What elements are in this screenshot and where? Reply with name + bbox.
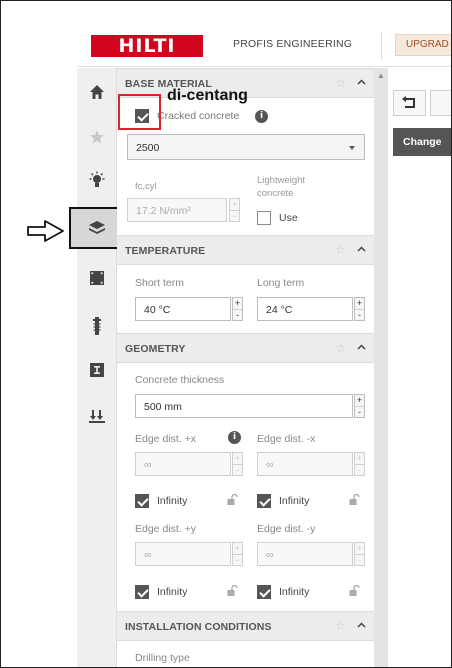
undo-button[interactable]: [393, 90, 426, 116]
short-term-label: Short term: [135, 277, 185, 289]
edge-dist-plus-y-stepper[interactable]: + -: [232, 542, 243, 566]
app-window: HILTI PROFIS ENGINEERING UPGRAD BASE MAT…: [0, 0, 452, 668]
highlight-box: [118, 94, 161, 130]
lightbulb-icon: [89, 171, 105, 187]
main-toolbar-area: Change: [388, 68, 451, 667]
infinity-label: Infinity: [279, 586, 310, 598]
use-label: Use: [279, 212, 298, 224]
sidebar-item-ideas[interactable]: [77, 162, 117, 198]
edge-dist-plus-x-input[interactable]: ∞: [135, 452, 231, 476]
long-term-input[interactable]: 24 °C: [257, 297, 353, 321]
chevron-up-icon[interactable]: [357, 622, 366, 628]
infinity-minus-y-checkbox[interactable]: [257, 585, 271, 599]
favorite-star-icon[interactable]: ☆: [335, 619, 346, 633]
info-icon[interactable]: i: [255, 110, 268, 123]
favorite-star-icon[interactable]: ☆: [335, 243, 346, 257]
short-term-stepper[interactable]: + -: [232, 297, 243, 321]
sidebar-item-profile[interactable]: [77, 352, 117, 388]
annotation-text: di-centang: [167, 87, 248, 104]
sidebar-item-anchor[interactable]: [77, 308, 117, 344]
unlock-icon[interactable]: [227, 585, 238, 597]
app-name: PROFIS ENGINEERING: [233, 38, 353, 50]
sidebar-item-favorites[interactable]: [77, 119, 117, 155]
installation-section-header[interactable]: INSTALLATION CONDITIONS ☆: [117, 611, 374, 641]
edge-dist-plus-y-input[interactable]: ∞: [135, 542, 231, 566]
upgrade-button[interactable]: UPGRAD: [395, 34, 451, 56]
cracked-concrete-label: Cracked concrete: [157, 110, 240, 122]
profile-icon: [90, 363, 104, 377]
edge-dist-plus-x-stepper[interactable]: + -: [232, 452, 243, 476]
loads-icon: [89, 410, 105, 423]
favorite-star-icon[interactable]: ☆: [335, 341, 346, 355]
info-icon[interactable]: i: [228, 431, 241, 444]
change-button[interactable]: Change: [393, 128, 451, 156]
concrete-thickness-stepper[interactable]: + -: [354, 394, 365, 418]
select-value: 2500: [136, 142, 160, 154]
panel-scrollbar[interactable]: [374, 68, 388, 667]
chevron-up-icon[interactable]: [357, 79, 366, 85]
section-title: INSTALLATION CONDITIONS: [125, 621, 272, 633]
concrete-thickness-input[interactable]: 500 mm: [135, 394, 353, 418]
sidebar-item-baseplate[interactable]: [77, 260, 117, 296]
temperature-section-header[interactable]: TEMPERATURE ☆: [117, 235, 374, 265]
undo-icon: [402, 96, 415, 108]
unlock-icon[interactable]: [349, 494, 360, 506]
redo-button[interactable]: [430, 90, 451, 116]
infinity-label: Infinity: [157, 495, 188, 507]
star-icon: [90, 130, 104, 144]
long-term-stepper[interactable]: + -: [354, 297, 365, 321]
sidebar-item-home[interactable]: [77, 74, 117, 110]
infinity-label: Infinity: [157, 586, 188, 598]
favorite-star-icon[interactable]: ☆: [335, 76, 346, 90]
edge-dist-minus-x-stepper[interactable]: + -: [354, 452, 365, 476]
pointer-arrow-icon: [27, 220, 64, 242]
edge-dist-minus-y-stepper[interactable]: + -: [354, 542, 365, 566]
caret-down-icon: [349, 146, 355, 150]
fc-cyl-label: fc,cyl: [135, 181, 157, 192]
infinity-minus-x-checkbox[interactable]: [257, 494, 271, 508]
infinity-plus-x-checkbox[interactable]: [135, 494, 149, 508]
scroll-up-icon[interactable]: ▲: [374, 71, 388, 80]
infinity-plus-y-checkbox[interactable]: [135, 585, 149, 599]
edge-dist-plus-y-label: Edge dist. +y: [135, 523, 196, 535]
base-material-layers-icon: [89, 221, 105, 234]
chevron-up-icon[interactable]: [357, 246, 366, 252]
section-title: GEOMETRY: [125, 343, 186, 355]
infinity-label: Infinity: [279, 495, 310, 507]
square-frame-icon: [90, 271, 104, 285]
edge-dist-minus-x-input[interactable]: ∞: [257, 452, 353, 476]
anchor-icon: [93, 317, 101, 335]
edge-dist-minus-y-label: Edge dist. -y: [257, 523, 316, 535]
home-icon: [90, 85, 104, 99]
chevron-up-icon[interactable]: [357, 344, 366, 350]
drilling-type-label: Drilling type: [135, 652, 190, 664]
sidebar-item-loads[interactable]: [77, 398, 117, 434]
geometry-section-header[interactable]: GEOMETRY ☆: [117, 333, 374, 363]
hilti-logo: HILTI: [91, 35, 203, 57]
header-divider: [381, 31, 382, 59]
concrete-grade-select[interactable]: 2500: [127, 134, 365, 160]
unlock-icon[interactable]: [349, 585, 360, 597]
concrete-thickness-label: Concrete thickness: [135, 374, 225, 386]
short-term-input[interactable]: 40 °C: [135, 297, 231, 321]
edge-dist-plus-x-label: Edge dist. +x: [135, 433, 196, 445]
lightweight-concrete-label: Lightweight concrete: [257, 175, 306, 199]
icon-sidebar: [69, 68, 125, 667]
unlock-icon[interactable]: [227, 494, 238, 506]
app-header: HILTI PROFIS ENGINEERING UPGRAD: [77, 23, 451, 67]
edge-dist-minus-x-label: Edge dist. -x: [257, 433, 316, 445]
long-term-label: Long term: [257, 277, 305, 289]
edge-dist-minus-y-input[interactable]: ∞: [257, 542, 353, 566]
use-lightweight-checkbox[interactable]: [257, 211, 271, 225]
fc-cyl-stepper[interactable]: + -: [229, 198, 240, 222]
section-title: TEMPERATURE: [125, 245, 206, 257]
properties-panel: BASE MATERIAL ☆ Cracked concrete i 2500 …: [117, 68, 374, 667]
fc-cyl-input[interactable]: 17.2 N/mm²: [127, 198, 227, 222]
